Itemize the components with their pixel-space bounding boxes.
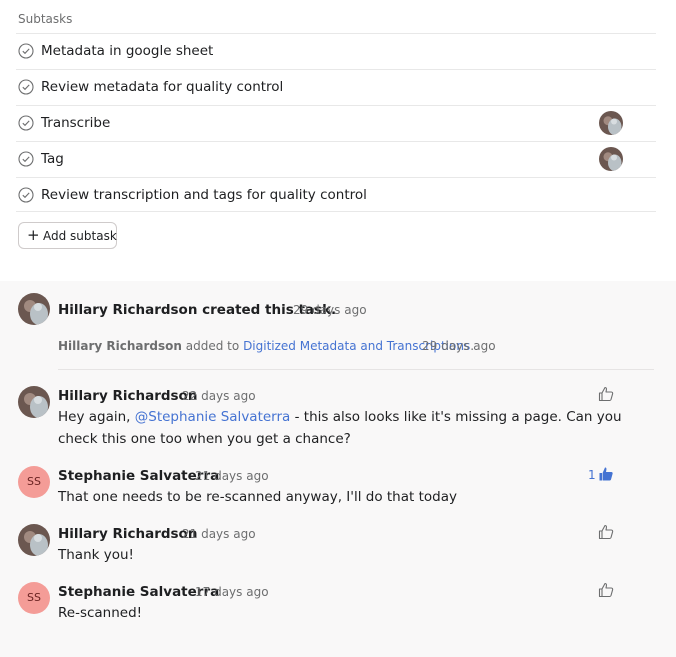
subtasks-header: Subtasks (18, 12, 73, 26)
add-subtask-button[interactable]: + Add subtask (18, 222, 117, 249)
comment-author[interactable]: Hillary Richardson (58, 388, 197, 404)
comment-time: 17 days ago (195, 585, 269, 599)
avatar[interactable] (18, 524, 50, 556)
subtask-label[interactable]: Transcribe (41, 115, 110, 131)
thumbs-up-icon[interactable] (598, 582, 614, 598)
added-time: 29 days ago (422, 339, 496, 353)
check-circle-icon[interactable] (18, 79, 34, 95)
mention-link[interactable]: @Stephanie Salvaterra (135, 409, 291, 425)
comment-text: Thank you! (58, 547, 134, 563)
comment-time: 22 days ago (182, 389, 256, 403)
created-time: 29 days ago (293, 303, 367, 317)
avatar[interactable]: SS (18, 582, 50, 614)
divider (58, 369, 654, 370)
like-count[interactable]: 1 (588, 468, 596, 482)
thumbs-up-icon[interactable] (598, 466, 614, 482)
subtask-row[interactable]: Transcribe (16, 105, 656, 140)
subtask-row[interactable]: Tag (16, 141, 656, 176)
comment-time: 21 days ago (195, 469, 269, 483)
assignee-avatar[interactable] (599, 111, 623, 135)
added-author[interactable]: Hillary Richardson (58, 339, 182, 353)
plus-icon: + (27, 226, 40, 244)
subtask-row[interactable]: Metadata in google sheet (16, 33, 656, 68)
check-circle-icon[interactable] (18, 115, 34, 131)
added-story: Hillary Richardson added to Digitized Me… (58, 339, 475, 353)
avatar[interactable]: SS (18, 466, 50, 498)
subtask-label[interactable]: Metadata in google sheet (41, 43, 213, 59)
thumbs-up-icon[interactable] (598, 524, 614, 540)
subtask-label[interactable]: Review transcription and tags for qualit… (41, 187, 367, 203)
activity-feed: Hillary Richardson created this task. 29… (0, 281, 676, 657)
comment-author[interactable]: Hillary Richardson (58, 526, 197, 542)
subtask-label[interactable]: Review metadata for quality control (41, 79, 283, 95)
add-subtask-label: Add subtask (43, 229, 117, 243)
subtask-row[interactable]: Review metadata for quality control (16, 69, 656, 104)
comment-text: Re-scanned! (58, 605, 143, 621)
comment-text: Hey again, @Stephanie Salvaterra - this … (58, 409, 622, 447)
thumbs-up-icon[interactable] (598, 386, 614, 402)
comment-time: 21 days ago (182, 527, 256, 541)
subtask-row[interactable]: Review transcription and tags for qualit… (16, 177, 656, 212)
avatar[interactable] (18, 293, 50, 325)
assignee-avatar[interactable] (599, 147, 623, 171)
subtasks-section: Subtasks Metadata in google sheet Review… (0, 0, 676, 281)
check-circle-icon[interactable] (18, 43, 34, 59)
subtask-label[interactable]: Tag (41, 151, 64, 167)
avatar[interactable] (18, 386, 50, 418)
check-circle-icon[interactable] (18, 187, 34, 203)
check-circle-icon[interactable] (18, 151, 34, 167)
comment-text: That one needs to be re-scanned anyway, … (58, 489, 457, 505)
